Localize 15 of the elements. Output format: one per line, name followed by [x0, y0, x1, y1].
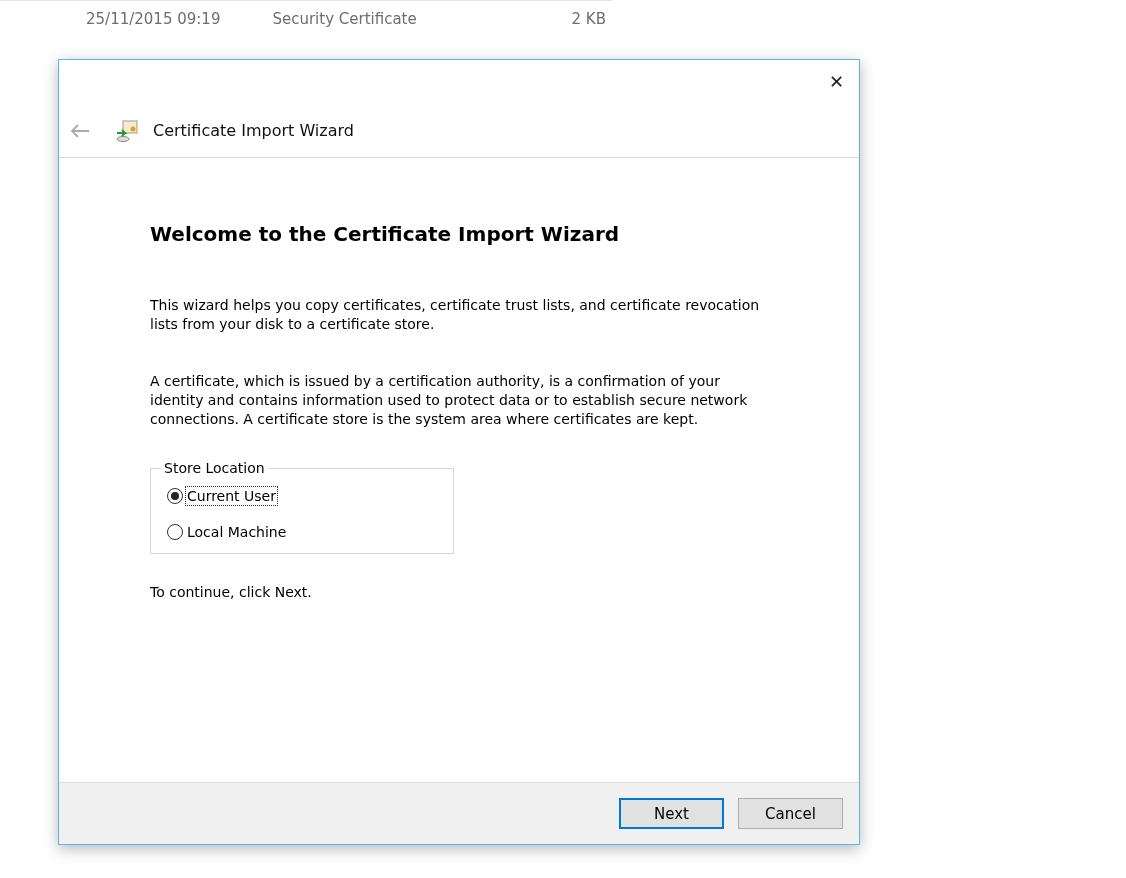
next-button[interactable]: Next — [619, 798, 724, 829]
certificate-icon — [115, 118, 139, 143]
welcome-heading: Welcome to the Certificate Import Wizard — [150, 222, 621, 246]
file-type: Security Certificate — [272, 10, 417, 28]
description-paragraph: This wizard helps you copy certificates, certificate trust lists, and certificate revocation lists from your disk to a certificate store. — [150, 296, 761, 334]
cancel-button[interactable]: Cancel — [738, 798, 843, 829]
file-size: 2 KB — [571, 10, 606, 28]
instruction-text: To continue, click Next. — [150, 584, 313, 600]
radio-option[interactable]: Current User — [167, 478, 443, 514]
group-legend: Store Location — [161, 460, 268, 476]
file-date: 25/11/2015 09:19 — [86, 10, 221, 28]
radio-option[interactable]: Local Machine — [167, 514, 443, 550]
close-button[interactable]: ✕ — [813, 60, 859, 104]
description-paragraph: A certificate, which is issued by a certification authority, is a confirmation of your identity and contains information used to protect data or to establish secure network connections. A certificate store is the system area where certificates are kept. — [150, 372, 749, 429]
wizard-title: Certificate Import Wizard — [153, 121, 354, 140]
